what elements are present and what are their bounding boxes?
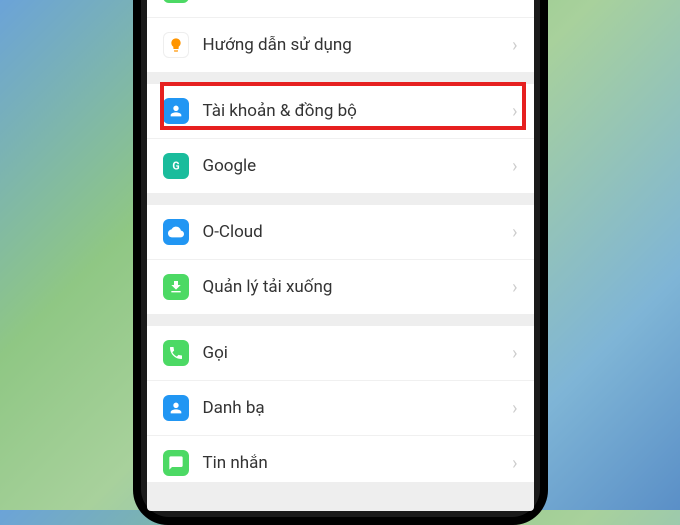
setting-label: Google [203, 156, 513, 176]
setting-item-google[interactable]: G Google › [147, 139, 534, 193]
setting-label: O-Cloud [203, 222, 513, 242]
person-icon [163, 98, 189, 124]
setting-item-accounts-sync[interactable]: Tài khoản & đồng bộ › [147, 84, 534, 139]
message-icon [163, 450, 189, 476]
phone-inner: Cập nhật hệ thống › Hướng dẫn sử dụng › [141, 0, 540, 517]
refresh-icon [163, 0, 189, 3]
setting-label: Tin nhắn [203, 453, 513, 473]
settings-group: Tài khoản & đồng bộ › G Google › [147, 84, 534, 193]
setting-label: Quản lý tải xuống [203, 277, 513, 297]
settings-group: O-Cloud › Quản lý tải xuống › [147, 205, 534, 314]
setting-item-o-cloud[interactable]: O-Cloud › [147, 205, 534, 260]
setting-item-messages[interactable]: Tin nhắn › [147, 436, 534, 482]
download-icon [163, 274, 189, 300]
chevron-right-icon: › [512, 343, 517, 364]
setting-label: Gọi [203, 343, 513, 363]
phone-frame: Cập nhật hệ thống › Hướng dẫn sử dụng › [133, 0, 548, 525]
screen: Cập nhật hệ thống › Hướng dẫn sử dụng › [147, 0, 534, 511]
setting-label: Hướng dẫn sử dụng [203, 35, 513, 55]
svg-text:G: G [172, 159, 179, 172]
setting-item-download-manager[interactable]: Quản lý tải xuống › [147, 260, 534, 314]
chevron-right-icon: › [512, 35, 517, 56]
bulb-icon [163, 32, 189, 58]
google-icon: G [163, 153, 189, 179]
setting-item-user-guide[interactable]: Hướng dẫn sử dụng › [147, 18, 534, 72]
chevron-right-icon: › [512, 398, 517, 419]
contact-icon [163, 395, 189, 421]
phone-icon [163, 340, 189, 366]
chevron-right-icon: › [512, 277, 517, 298]
cloud-icon [163, 219, 189, 245]
setting-item-call[interactable]: Gọi › [147, 326, 534, 381]
setting-item-system-update[interactable]: Cập nhật hệ thống › [147, 0, 534, 18]
setting-item-contacts[interactable]: Danh bạ › [147, 381, 534, 436]
chevron-right-icon: › [512, 453, 517, 474]
chevron-right-icon: › [512, 222, 517, 243]
setting-label: Danh bạ [203, 398, 513, 418]
chevron-right-icon: › [512, 156, 517, 177]
chevron-right-icon: › [512, 101, 517, 122]
settings-group: Gọi › Danh bạ › Tin nhắn [147, 326, 534, 482]
setting-label: Tài khoản & đồng bộ [203, 101, 513, 121]
settings-list[interactable]: Cập nhật hệ thống › Hướng dẫn sử dụng › [147, 0, 534, 511]
settings-group: Cập nhật hệ thống › Hướng dẫn sử dụng › [147, 0, 534, 72]
chevron-right-icon: › [512, 0, 517, 1]
